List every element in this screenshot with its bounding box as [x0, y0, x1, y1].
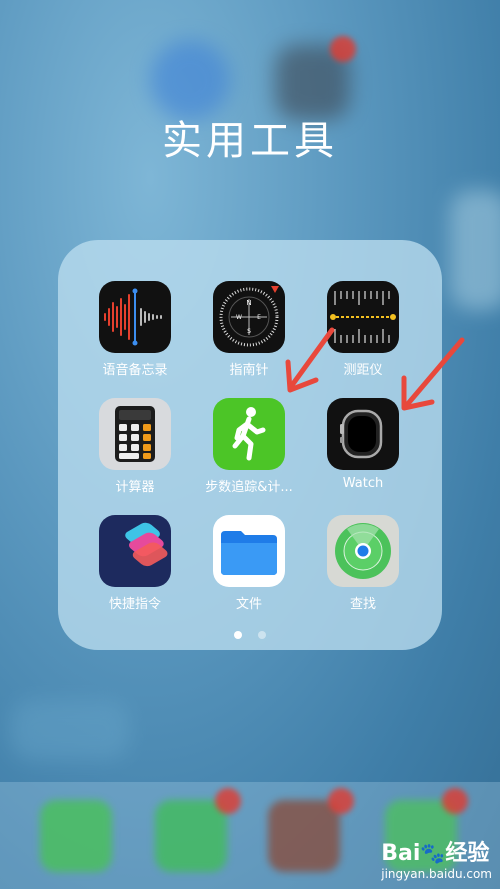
app-calculator[interactable]: 计算器 [80, 398, 190, 495]
app-label: 步数追踪&计... [205, 480, 293, 495]
app-voice-memos[interactable]: 语音备忘录 [80, 281, 190, 378]
measure-icon [327, 281, 399, 353]
dock-badge [442, 788, 468, 814]
app-label: 语音备忘录 [102, 363, 168, 378]
page-dot-active[interactable] [234, 631, 243, 639]
app-label: 计算器 [115, 480, 155, 495]
watermark-brand: Bai [381, 841, 421, 866]
app-label: 指南针 [229, 363, 269, 378]
find-my-icon [327, 515, 399, 587]
app-label: 测距仪 [343, 363, 383, 378]
files-icon [213, 515, 285, 587]
calculator-icon [99, 398, 171, 470]
app-label: 快捷指令 [108, 597, 161, 612]
svg-text:S: S [247, 328, 251, 335]
app-files[interactable]: 文件 [194, 515, 304, 612]
app-label: 文件 [235, 597, 262, 612]
svg-text:N: N [246, 299, 251, 307]
app-pedometer[interactable]: 步数追踪&计... [194, 398, 304, 495]
page-indicator[interactable] [0, 624, 500, 643]
app-watch[interactable]: Watch [308, 398, 418, 491]
compass-icon: N W E S [213, 281, 285, 353]
app-icon[interactable] [268, 800, 340, 872]
app-label: 查找 [349, 597, 376, 612]
dock-badge [215, 788, 241, 814]
watermark: Bai🐾经验 jingyan.baidu.com [381, 835, 492, 881]
svg-text:E: E [257, 314, 261, 321]
app-shortcuts[interactable]: 快捷指令 [80, 515, 190, 612]
app-label: Watch [342, 476, 384, 491]
app-measure[interactable]: 测距仪 [308, 281, 418, 378]
pedometer-icon [213, 398, 285, 470]
watermark-url: jingyan.baidu.com [381, 867, 492, 881]
background-badge [330, 36, 356, 62]
watch-icon [327, 398, 399, 470]
phone-icon[interactable] [40, 800, 112, 872]
paw-icon: 🐾 [420, 841, 446, 865]
svg-text:W: W [236, 314, 242, 321]
dock-badge [328, 788, 354, 814]
app-find-my[interactable]: 查找 [308, 515, 418, 612]
shortcuts-icon [99, 515, 171, 587]
background-app-blur [450, 190, 500, 310]
wechat-icon[interactable] [155, 800, 227, 872]
app-compass[interactable]: N W E S 指南针 [194, 281, 304, 378]
folder-title: 实用工具 [162, 118, 338, 164]
background-app-blur [10, 700, 130, 760]
voice-memos-icon [99, 281, 171, 353]
page-dot[interactable] [257, 631, 266, 639]
watermark-brand-suffix: 经验 [445, 841, 490, 866]
